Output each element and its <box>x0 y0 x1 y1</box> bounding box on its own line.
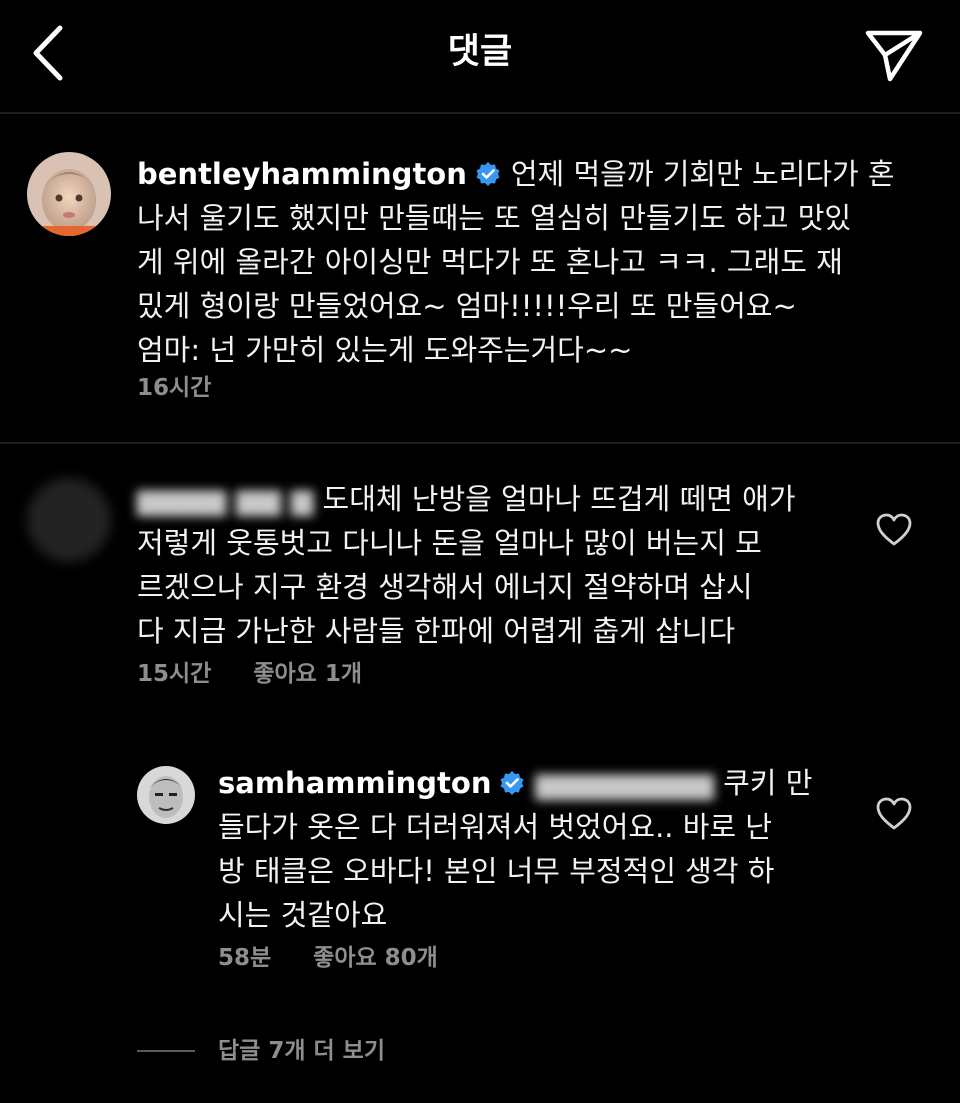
direct-send-icon <box>865 30 923 82</box>
avatar[interactable] <box>137 766 195 824</box>
mentioned-username-blurred[interactable]: ▆▆▆▆▆▆▆▆ <box>535 766 713 800</box>
comment-text-line: 르겠으나 지구 환경 생각해서 에너지 절약하며 삽시 <box>137 570 753 604</box>
comment-text-line: 다 지금 가난한 사람들 한파에 어렵게 춥게 삽니다 <box>137 614 736 648</box>
direct-send-button[interactable] <box>860 25 928 85</box>
verified-badge-icon <box>476 162 500 186</box>
comment-time: 16시간 <box>137 375 212 401</box>
comment-text-line: 엄마: 넌 가만히 있는게 도와주는거다~~ <box>137 333 633 367</box>
view-more-replies[interactable]: 답글 7개 더 보기 <box>218 1036 385 1066</box>
comment-text-line: 게 위에 올라간 아이싱만 먹다가 또 혼나고 ㅋㅋ. 그래도 재 <box>137 245 843 279</box>
comment-username-blurred[interactable]: ▆▆▆▆ ▆▆ ▆ <box>137 482 313 516</box>
reply-time: 58분 <box>218 945 272 971</box>
heart-icon <box>876 513 912 546</box>
reply-text-line: 방 태클은 오바다! 본인 너무 부정적인 생각 하 <box>218 854 775 888</box>
likes-count[interactable]: 좋아요 1개 <box>253 661 362 687</box>
comment-username[interactable]: bentleyhammington <box>137 157 467 191</box>
avatar[interactable] <box>27 152 111 236</box>
like-button[interactable] <box>876 797 912 831</box>
heart-icon <box>876 797 912 830</box>
reply-text-line: 쿠키 만 <box>723 766 813 800</box>
likes-count[interactable]: 좋아요 80개 <box>313 945 438 971</box>
comment-body: ▆▆▆▆ ▆▆ ▆ 도대체 난방을 얼마나 뜨겁게 떼면 애가 저렇게 웃통벗고… <box>137 477 897 653</box>
caption-divider <box>0 442 960 444</box>
more-replies-line <box>137 1050 195 1052</box>
reply-text-line: 시는 것같아요 <box>218 898 388 932</box>
reply-text-line: 들다가 옷은 다 더러워져서 벗었어요.. 바로 난 <box>218 810 772 844</box>
comment-meta: 15시간 좋아요 1개 <box>137 659 404 689</box>
comment-body: bentleyhammington 언제 먹을까 기회만 노리다가 혼 나서 울… <box>137 152 937 372</box>
like-button[interactable] <box>876 513 912 547</box>
comment-text-line: 도대체 난방을 얼마나 뜨겁게 떼면 애가 <box>322 482 796 516</box>
comment-meta: 16시간 <box>137 373 253 403</box>
comment-text-line: 언제 먹을까 기회만 노리다가 혼 <box>510 157 895 191</box>
reply-username[interactable]: samhammington <box>218 766 491 800</box>
avatar[interactable] <box>27 478 111 562</box>
reply-body: samhammington ▆▆▆▆▆▆▆▆ 쿠키 만 들다가 옷은 다 더러워… <box>218 761 858 937</box>
comment-text-line: 저렇게 웃통벗고 다니나 돈을 얼마나 많이 버는지 모 <box>137 526 762 560</box>
header-divider <box>0 112 960 114</box>
comment-text-line: 나서 울기도 했지만 만들때는 또 열심히 만들기도 하고 맛있 <box>137 201 852 235</box>
comment-text-line: 밌게 형이랑 만들었어요~ 엄마!!!!!우리 또 만들어요~ <box>137 289 797 323</box>
page-title: 댓글 <box>447 32 513 72</box>
comment-time: 15시간 <box>137 661 212 687</box>
verified-badge-icon <box>500 771 524 795</box>
reply-meta: 58분 좋아요 80개 <box>218 943 480 973</box>
